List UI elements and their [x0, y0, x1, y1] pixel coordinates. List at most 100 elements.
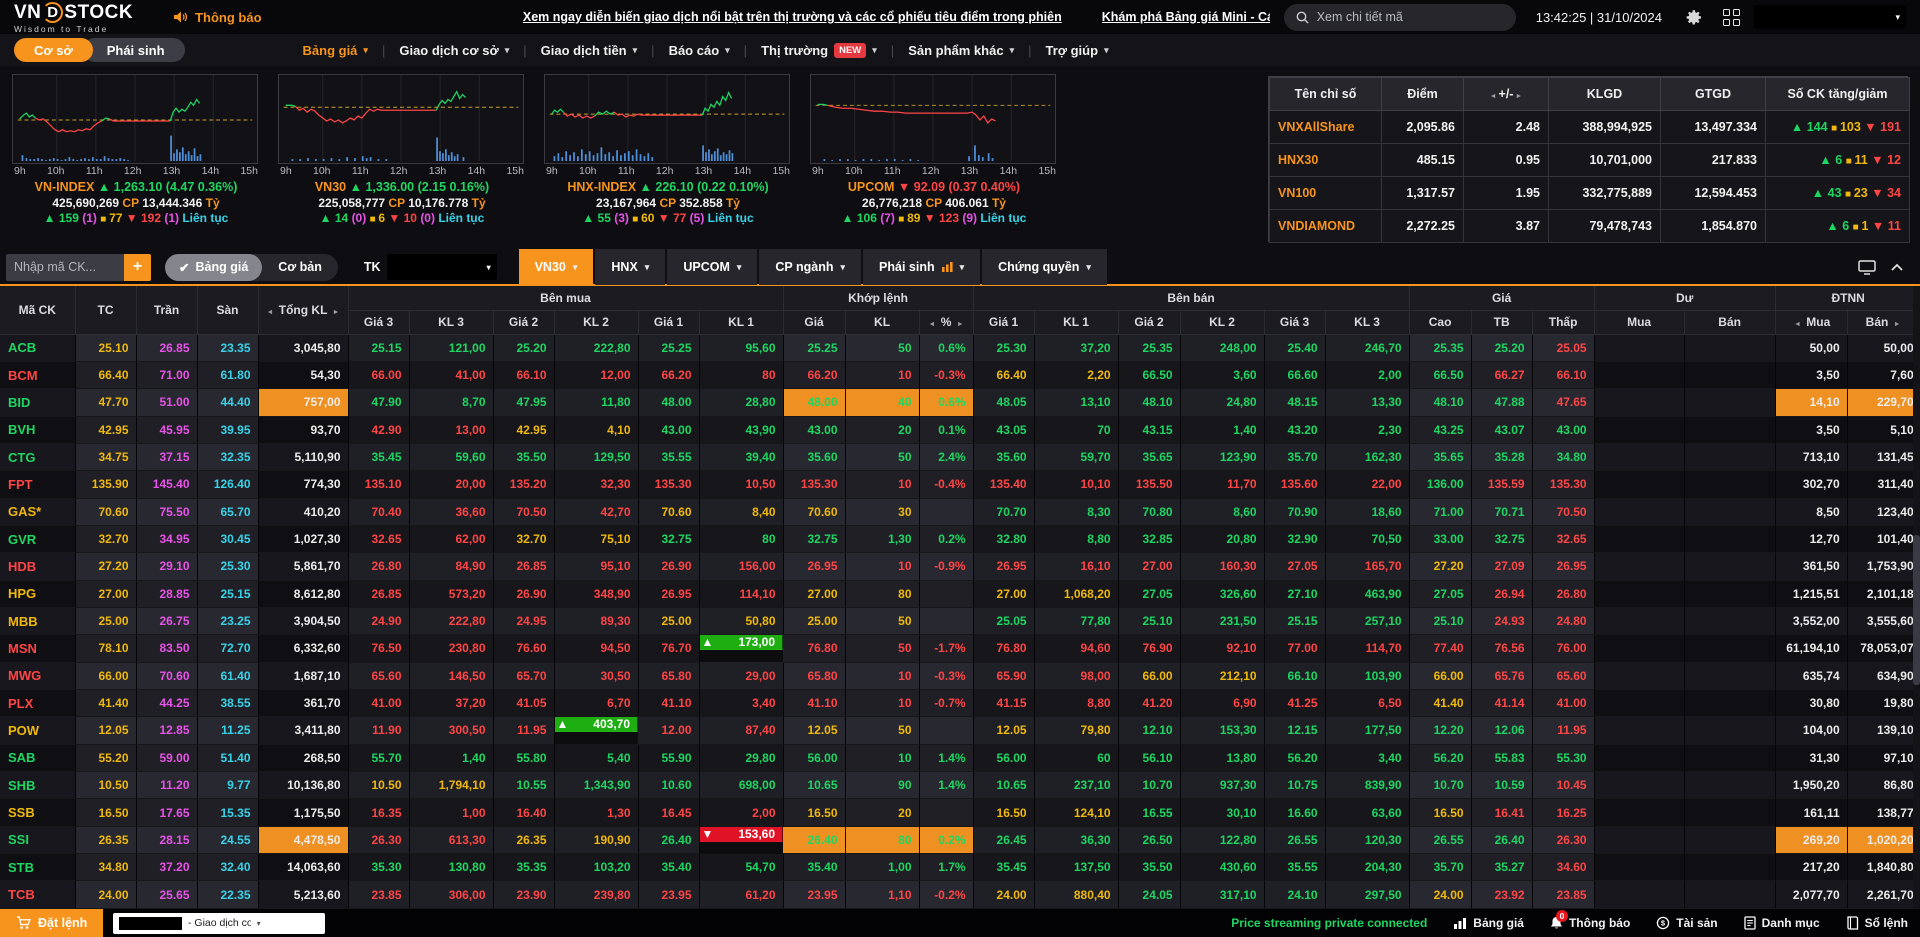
- board-cell[interactable]: 71.00: [1409, 498, 1471, 525]
- board-cell[interactable]: 83.50: [136, 635, 197, 662]
- board-cell[interactable]: 20,00: [409, 471, 493, 498]
- board-cell[interactable]: 10.50: [348, 772, 409, 799]
- board-cell[interactable]: 24.95: [493, 607, 554, 634]
- board-cell[interactable]: 10,10: [1034, 471, 1118, 498]
- ticker-symbol[interactable]: GAS*: [0, 498, 75, 525]
- notification-toggle[interactable]: Thông báo: [173, 10, 261, 25]
- sub-header-kl-2[interactable]: KL 2: [1180, 310, 1264, 334]
- board-cell[interactable]: 70.60: [136, 662, 197, 689]
- board-cell[interactable]: 8,30: [1034, 498, 1118, 525]
- board-cell[interactable]: 120,30: [1325, 826, 1409, 853]
- board-cell[interactable]: 42,70: [554, 498, 638, 525]
- board-cell[interactable]: 13,00: [409, 416, 493, 443]
- board-row-MWG[interactable]: MWG66.0070.6061.401,687,1065.60146,5065.…: [0, 662, 1920, 689]
- board-cell[interactable]: 35.70: [1409, 854, 1471, 881]
- board-cell[interactable]: ▼153,60: [700, 827, 784, 842]
- board-cell[interactable]: 65.90: [973, 662, 1034, 689]
- board-cell[interactable]: 10.70: [1409, 772, 1471, 799]
- board-cell[interactable]: 4,478,50: [258, 826, 348, 853]
- board-cell[interactable]: 41.14: [1471, 689, 1532, 716]
- board-cell[interactable]: 165,70: [1325, 553, 1409, 580]
- board-cell[interactable]: 26.55: [1264, 826, 1325, 853]
- board-cell[interactable]: 10: [845, 689, 919, 716]
- board-cell[interactable]: 66.60: [1264, 361, 1325, 388]
- sub-header-kl-3[interactable]: KL 3: [409, 310, 493, 334]
- board-cell[interactable]: 10.75: [1264, 772, 1325, 799]
- board-cell[interactable]: 42.90: [348, 416, 409, 443]
- sub-header-giá-3[interactable]: Giá 3: [348, 310, 409, 334]
- sub-header-giá[interactable]: Giá: [783, 310, 845, 334]
- board-cell[interactable]: 32.90: [1264, 525, 1325, 552]
- board-cell[interactable]: 33.00: [1409, 525, 1471, 552]
- board-cell[interactable]: 26.95: [973, 553, 1034, 580]
- board-cell[interactable]: 306,00: [409, 881, 493, 909]
- mode-fundamental[interactable]: Cơ bản: [262, 260, 338, 274]
- board-cell[interactable]: 135.20: [493, 471, 554, 498]
- sub-header-kl-1[interactable]: KL 1: [1034, 310, 1118, 334]
- nav-item-2[interactable]: Giao dịch cơ sở▾: [385, 43, 523, 58]
- board-cell[interactable]: 66.00: [1118, 662, 1180, 689]
- add-ticker-button[interactable]: +: [124, 254, 151, 281]
- board-cell[interactable]: 25.00: [783, 607, 845, 634]
- board-cell[interactable]: 65.76: [1471, 662, 1532, 689]
- sub-header-mua[interactable]: ◄ Mua: [1775, 310, 1847, 334]
- board-cell[interactable]: 35.35: [493, 854, 554, 881]
- board-cell[interactable]: 229,70: [1847, 389, 1920, 416]
- board-cell[interactable]: 15.35: [197, 799, 258, 826]
- board-cell[interactable]: 14,063,60: [258, 854, 348, 881]
- board-cell[interactable]: 70.50: [1532, 498, 1594, 525]
- board-cell[interactable]: 66.00: [1409, 662, 1471, 689]
- board-cell[interactable]: 12.05: [973, 717, 1034, 744]
- board-cell[interactable]: 47.90: [348, 389, 409, 416]
- board-cell[interactable]: 23.85: [348, 881, 409, 909]
- board-cell[interactable]: 123,90: [1180, 443, 1264, 470]
- board-cell[interactable]: 55.30: [1532, 744, 1594, 771]
- board-row-SSB[interactable]: SSB16.5017.6515.351,175,5016.351,0016.40…: [0, 799, 1920, 826]
- board-cell[interactable]: 3,60: [1180, 361, 1264, 388]
- board-cell[interactable]: 13,30: [1325, 389, 1409, 416]
- ticker-symbol[interactable]: POW: [0, 717, 75, 744]
- board-cell[interactable]: 27.00: [1118, 553, 1180, 580]
- board-cell[interactable]: 25.65: [136, 881, 197, 909]
- board-cell[interactable]: 129,50: [554, 443, 638, 470]
- board-cell[interactable]: 212,10: [1180, 662, 1264, 689]
- board-cell[interactable]: 61,194,10: [1775, 635, 1847, 662]
- board-cell[interactable]: 35.50: [493, 443, 554, 470]
- board-cell[interactable]: 50,00: [1775, 334, 1847, 361]
- board-cell[interactable]: 126.40: [197, 471, 258, 498]
- board-cell[interactable]: 136.00: [1409, 471, 1471, 498]
- board-cell[interactable]: 22,00: [1325, 471, 1409, 498]
- board-cell[interactable]: 11.95: [1532, 717, 1594, 744]
- nav-item-7[interactable]: Trợ giúp▾: [1031, 43, 1122, 58]
- board-cell[interactable]: 1,00: [409, 799, 493, 826]
- board-cell[interactable]: 25.30: [973, 334, 1034, 361]
- board-cell[interactable]: 32.70: [493, 525, 554, 552]
- board-cell[interactable]: 44.40: [197, 389, 258, 416]
- board-cell[interactable]: 104,00: [1775, 717, 1847, 744]
- board-cell[interactable]: 35.65: [1409, 443, 1471, 470]
- sub-header-cao[interactable]: Cao: [1409, 310, 1471, 334]
- sub-header-giá-3[interactable]: Giá 3: [1264, 310, 1325, 334]
- board-cell[interactable]: 26.30: [1532, 826, 1594, 853]
- board-row-TCB[interactable]: TCB24.0025.6522.355,213,6023.85306,0023.…: [0, 881, 1920, 909]
- board-cell[interactable]: 70.70: [973, 498, 1034, 525]
- ticker-symbol[interactable]: SSI: [0, 826, 75, 853]
- board-cell[interactable]: 59,70: [1034, 443, 1118, 470]
- ticker-symbol[interactable]: HDB: [0, 553, 75, 580]
- board-cell[interactable]: 26.75: [136, 607, 197, 634]
- board-cell[interactable]: 32.85: [1118, 525, 1180, 552]
- board-cell[interactable]: 2,00: [699, 799, 783, 826]
- board-cell[interactable]: 30: [845, 498, 919, 525]
- board-cell[interactable]: 1,687,10: [258, 662, 348, 689]
- nav-item-5[interactable]: Thị trườngNEW▾: [747, 43, 891, 58]
- board-cell[interactable]: 25.30: [197, 553, 258, 580]
- board-cell[interactable]: 8,80: [1034, 525, 1118, 552]
- board-cell[interactable]: 37.20: [136, 854, 197, 881]
- board-cell[interactable]: 16.50: [75, 799, 136, 826]
- board-cell[interactable]: 43.00: [783, 416, 845, 443]
- board-cell[interactable]: 1,215,51: [1775, 580, 1847, 607]
- board-cell[interactable]: 70.50: [493, 498, 554, 525]
- board-cell[interactable]: 41.00: [1532, 689, 1594, 716]
- sub-header-mua[interactable]: Mua: [1594, 310, 1684, 334]
- board-cell[interactable]: 317,10: [1180, 881, 1264, 909]
